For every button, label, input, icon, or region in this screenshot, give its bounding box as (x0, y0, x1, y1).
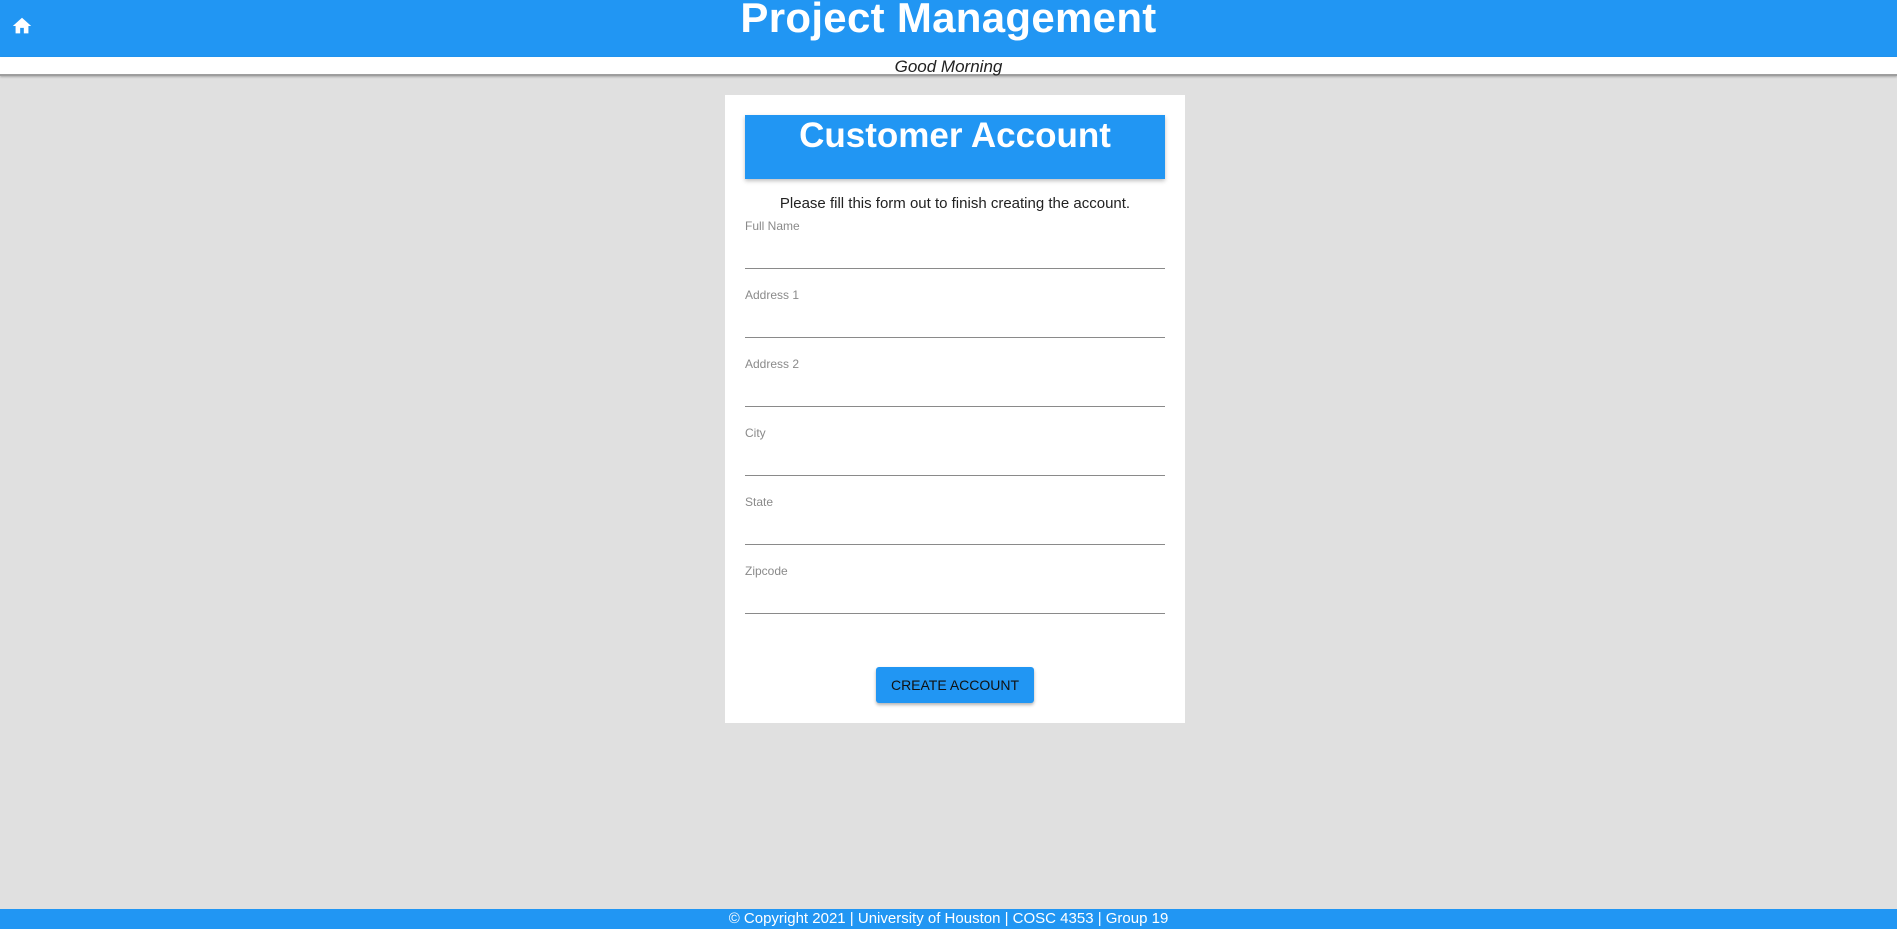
form-instructions: Please fill this form out to finish crea… (779, 195, 1131, 212)
form-header: Customer Account (745, 115, 1165, 179)
city-field: City (745, 426, 1165, 476)
app-footer: © Copyright 2021 | University of Houston… (0, 909, 1897, 929)
state-field: State (745, 495, 1165, 545)
zipcode-field: Zipcode (745, 564, 1165, 614)
greeting-text: Good Morning (894, 57, 1003, 76)
page-title: Project Management (740, 0, 1157, 41)
app-header: Project Management (0, 0, 1897, 57)
address-1-input[interactable] (745, 308, 1165, 338)
zipcode-input[interactable] (745, 584, 1165, 614)
state-label: State (745, 495, 774, 509)
full-name-label: Full Name (745, 219, 800, 233)
greeting-bar: Good Morning (0, 57, 1897, 76)
address-2-label: Address 2 (745, 357, 800, 371)
address-1-field: Address 1 (745, 288, 1165, 338)
city-label: City (745, 426, 766, 440)
form-title: Customer Account (799, 116, 1111, 155)
address-1-label: Address 1 (745, 288, 800, 302)
address-2-input[interactable] (745, 377, 1165, 407)
full-name-field: Full Name (745, 219, 1165, 269)
customer-account-form: Customer Account Please fill this form o… (725, 95, 1185, 723)
zipcode-label: Zipcode (745, 564, 788, 578)
create-account-button[interactable]: CREATE ACCOUNT (876, 667, 1034, 703)
address-2-field: Address 2 (745, 357, 1165, 407)
full-name-input[interactable] (745, 239, 1165, 269)
copyright-text: © Copyright 2021 | University of Houston… (728, 910, 1169, 927)
state-input[interactable] (745, 515, 1165, 545)
city-input[interactable] (745, 446, 1165, 476)
